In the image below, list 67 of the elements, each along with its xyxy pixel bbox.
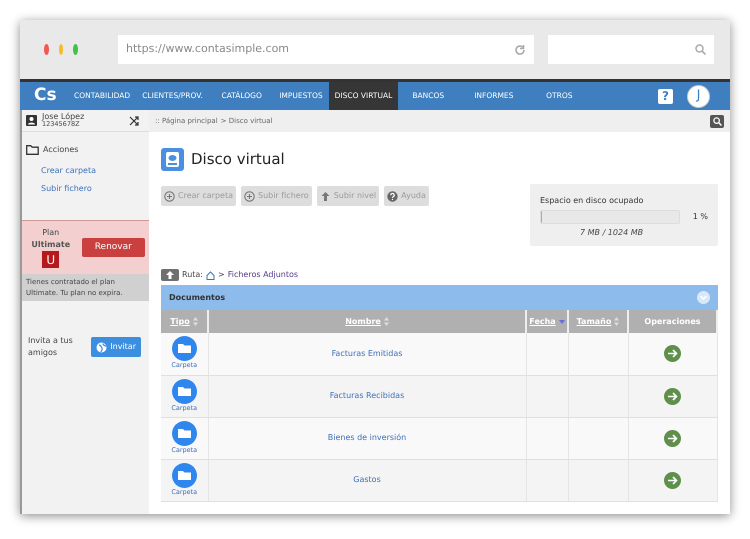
- arrow-right-icon[interactable]: [664, 388, 681, 404]
- table-title: Documentos: [169, 292, 226, 304]
- contact-card-icon: [26, 115, 37, 126]
- shuffle-icon[interactable]: [129, 116, 139, 126]
- sort-descending-icon[interactable]: [558, 320, 565, 324]
- chevron-down-icon: [697, 291, 710, 304]
- search-button[interactable]: [710, 114, 724, 128]
- help-icon: [387, 190, 398, 202]
- plus-circle-icon: [164, 190, 175, 202]
- plus-circle-icon: [244, 190, 255, 202]
- sort-icon[interactable]: [614, 317, 620, 326]
- page-title: Disco virtual: [191, 149, 285, 170]
- arrow-right-icon[interactable]: [664, 472, 681, 488]
- path-link[interactable]: Ficheros Adjuntos: [228, 269, 298, 281]
- arrow-right-icon[interactable]: [664, 430, 681, 446]
- up-level-button[interactable]: [161, 269, 179, 281]
- invite-button[interactable]: Invitar: [91, 337, 141, 357]
- folder-icon: [172, 420, 197, 446]
- disk-usage-label: Espacio en disco ocupado: [540, 195, 644, 207]
- close-window-button[interactable]: [44, 44, 49, 55]
- url-text: https://www.contasimple.com: [126, 41, 290, 58]
- collapse-button[interactable]: [697, 291, 710, 304]
- toolbar-button[interactable]: Subir nivel: [316, 186, 380, 206]
- file-name-link[interactable]: Facturas Recibidas: [330, 391, 404, 400]
- reload-icon[interactable]: [514, 44, 526, 56]
- up-arrow-icon: [166, 271, 174, 279]
- toolbar-button[interactable]: Crear carpeta: [161, 186, 236, 206]
- minimize-window-button[interactable]: [58, 44, 64, 55]
- plan-name: Ultimate: [31, 239, 70, 251]
- column-header[interactable]: Nombre: [345, 316, 381, 328]
- sort-icon[interactable]: [192, 317, 198, 326]
- search-icon: [712, 116, 722, 126]
- path-label: Ruta:: [182, 269, 204, 281]
- user-avatar[interactable]: J: [687, 84, 710, 108]
- folder-icon: [172, 378, 197, 404]
- column-header: Operaciones: [644, 316, 701, 328]
- sort-icon[interactable]: [384, 317, 389, 326]
- browser-search-field[interactable]: [548, 35, 714, 64]
- help-button[interactable]: ?: [658, 88, 673, 104]
- invite-text: Invita a tus amigos: [28, 335, 74, 359]
- disk-usage-detail: 7 MB / 1024 MB: [579, 227, 644, 239]
- percent-text: 1 %: [692, 211, 708, 223]
- file-name-link[interactable]: Facturas Emitidas: [332, 348, 402, 358]
- folder-icon: [172, 462, 197, 488]
- sidebar-link[interactable]: Subir fichero: [22, 180, 149, 198]
- search-icon: [695, 44, 706, 55]
- logo[interactable]: Cs: [20, 82, 68, 110]
- user-name: Jose López: [42, 112, 84, 121]
- up-arrow-icon: [320, 190, 331, 202]
- path-separator: >: [218, 269, 225, 281]
- toolbar-button[interactable]: Subir fichero: [240, 186, 312, 206]
- folder-icon: [26, 145, 39, 155]
- renew-button[interactable]: Renovar: [82, 238, 145, 257]
- arrow-right-icon[interactable]: [664, 345, 681, 362]
- globe-icon: [96, 342, 108, 352]
- toolbar-button[interactable]: Ayuda: [384, 186, 429, 206]
- file-name-link[interactable]: Gastos: [353, 475, 381, 484]
- maximize-window-button[interactable]: [73, 44, 78, 55]
- file-name-link[interactable]: Bienes de inversión: [328, 433, 406, 442]
- plan-badge: U: [42, 251, 60, 268]
- section-title: Acciones: [43, 144, 78, 156]
- plan-label: Plan: [42, 227, 60, 239]
- address-bar[interactable]: https://www.contasimple.com: [118, 35, 534, 64]
- disk-drive-icon: [161, 148, 184, 171]
- home-icon[interactable]: [206, 270, 216, 280]
- folder-icon: [172, 336, 197, 362]
- sidebar-link[interactable]: Crear carpeta: [22, 162, 149, 180]
